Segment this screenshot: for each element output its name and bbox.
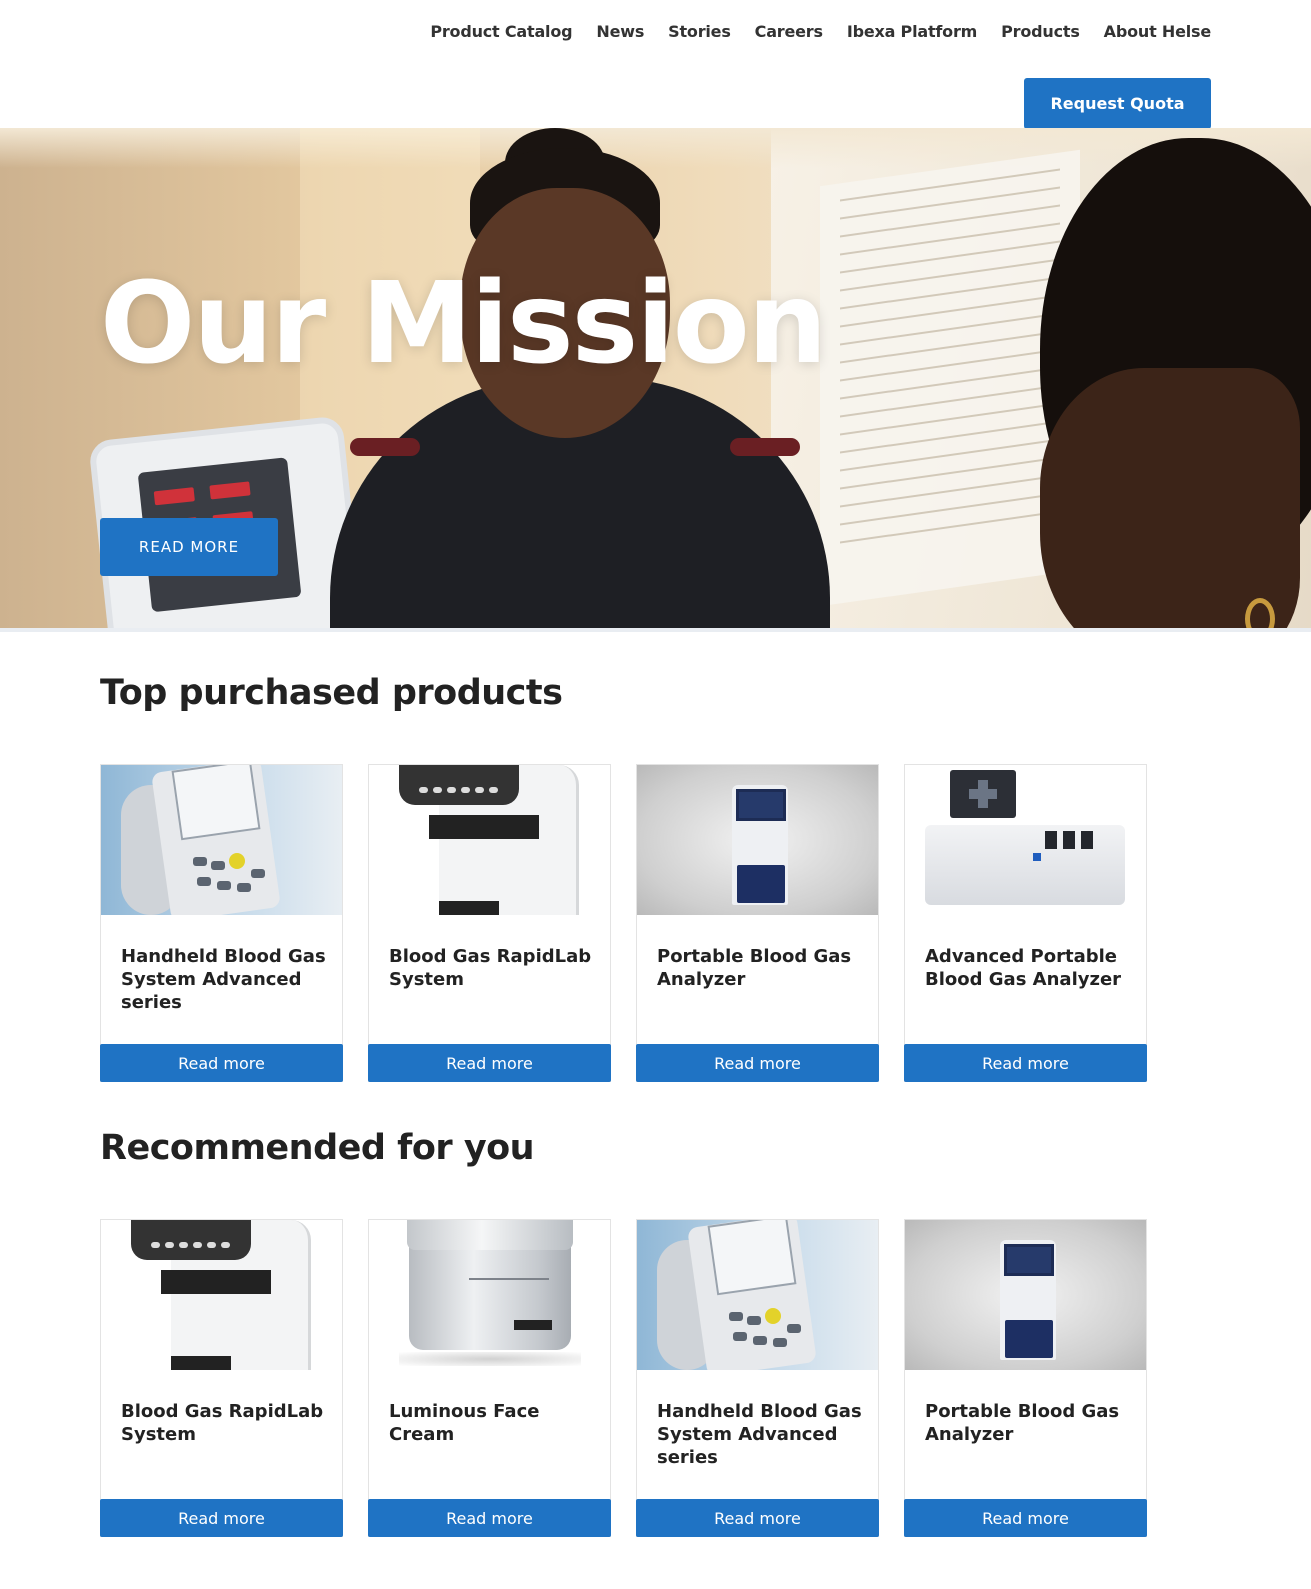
nav-news[interactable]: News (596, 22, 644, 41)
nav-stories[interactable]: Stories (668, 22, 731, 41)
nav-about-helse[interactable]: About Helse (1104, 22, 1212, 41)
read-more-button[interactable]: Read more (636, 1499, 879, 1537)
product-card[interactable]: Blood Gas RapidLab System Read more (100, 1219, 343, 1537)
main-nav: Product Catalog News Stories Careers Ibe… (430, 22, 1211, 41)
face-cream-image (369, 1220, 610, 1370)
hero-banner: akeso Our Mission READ MORE (0, 128, 1311, 628)
product-name[interactable]: Advanced Portable Blood Gas Analyzer (925, 945, 1130, 991)
product-name[interactable]: Blood Gas RapidLab System (121, 1400, 326, 1446)
product-name[interactable]: Portable Blood Gas Analyzer (657, 945, 862, 991)
portable-analyzer-image (905, 1220, 1146, 1370)
read-more-button[interactable]: Read more (904, 1044, 1147, 1082)
hero-title: Our Mission (100, 259, 827, 389)
product-card[interactable]: Handheld Blood Gas System Advanced serie… (100, 764, 343, 1082)
portable-analyzer-image (637, 765, 878, 915)
top-products-grid: Handheld Blood Gas System Advanced serie… (100, 764, 1147, 1082)
read-more-button[interactable]: Read more (100, 1499, 343, 1537)
product-card[interactable]: Luminous Face Cream Read more (368, 1219, 611, 1537)
site-header: Product Catalog News Stories Careers Ibe… (0, 0, 1311, 129)
hero-divider (0, 628, 1311, 632)
handheld-analyzer-image (637, 1220, 878, 1370)
product-card[interactable]: Blood Gas RapidLab System Read more (368, 764, 611, 1082)
nav-careers[interactable]: Careers (755, 22, 823, 41)
hero-read-more-button[interactable]: READ MORE (100, 518, 278, 576)
product-card[interactable]: Advanced Portable Blood Gas Analyzer Rea… (904, 764, 1147, 1082)
recommended-grid: Blood Gas RapidLab System Read more Lumi… (100, 1219, 1147, 1537)
nav-ibexa-platform[interactable]: Ibexa Platform (847, 22, 978, 41)
nav-products[interactable]: Products (1001, 22, 1080, 41)
top-products-title: Top purchased products (100, 673, 563, 713)
read-more-button[interactable]: Read more (368, 1044, 611, 1082)
recommended-title: Recommended for you (100, 1128, 535, 1168)
product-name[interactable]: Handheld Blood Gas System Advanced serie… (657, 1400, 862, 1469)
hero-photo-patient-face (1040, 368, 1300, 628)
product-card[interactable]: Portable Blood Gas Analyzer Read more (904, 1219, 1147, 1537)
product-card[interactable]: Portable Blood Gas Analyzer Read more (636, 764, 879, 1082)
handheld-analyzer-image (101, 765, 342, 915)
rapidlab-system-image (101, 1220, 342, 1370)
hero-photo-ceiling (0, 128, 1311, 168)
product-name[interactable]: Blood Gas RapidLab System (389, 945, 594, 991)
rapidlab-system-image (369, 765, 610, 915)
request-quota-button[interactable]: Request Quota (1024, 78, 1211, 129)
product-name[interactable]: Handheld Blood Gas System Advanced serie… (121, 945, 326, 1014)
product-card[interactable]: Handheld Blood Gas System Advanced serie… (636, 1219, 879, 1537)
product-name[interactable]: Portable Blood Gas Analyzer (925, 1400, 1130, 1446)
read-more-button[interactable]: Read more (100, 1044, 343, 1082)
product-name[interactable]: Luminous Face Cream (389, 1400, 594, 1446)
advanced-analyzer-image (905, 765, 1146, 915)
read-more-button[interactable]: Read more (904, 1499, 1147, 1537)
read-more-button[interactable]: Read more (368, 1499, 611, 1537)
read-more-button[interactable]: Read more (636, 1044, 879, 1082)
nav-product-catalog[interactable]: Product Catalog (430, 22, 572, 41)
